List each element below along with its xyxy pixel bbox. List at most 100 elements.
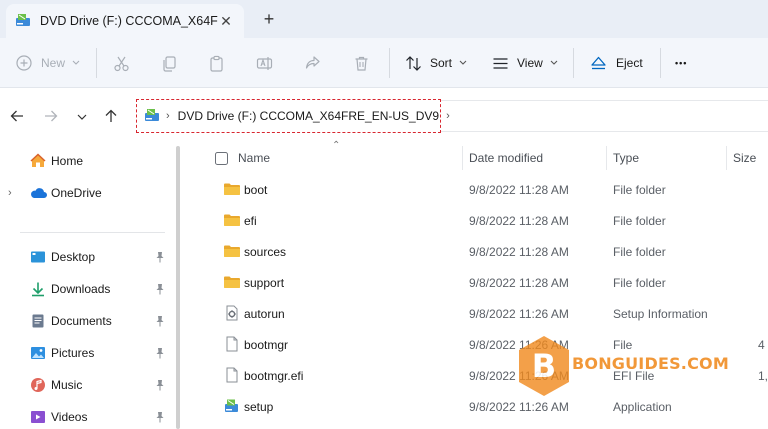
eject-button[interactable]: Eject xyxy=(590,48,643,78)
sidebar-item-documents[interactable]: Documents xyxy=(0,307,175,335)
sidebar-item-label: Videos xyxy=(51,410,88,424)
file-name: support xyxy=(244,276,285,290)
chevron-down-icon xyxy=(550,60,558,66)
toolbar-separator xyxy=(573,48,574,78)
arrow-up-icon xyxy=(104,109,118,126)
sidebar-item-label: Music xyxy=(51,378,83,392)
file-row-efi[interactable]: efi 9/8/2022 11:28 AM File folder xyxy=(190,205,768,236)
file-type: File folder xyxy=(613,276,666,290)
app-icon xyxy=(223,398,241,414)
scissors-icon xyxy=(113,55,130,72)
rename-button[interactable] xyxy=(256,48,273,78)
file-row-autorun[interactable]: autorun 9/8/2022 11:26 AM Setup Informat… xyxy=(190,298,768,329)
paste-button[interactable] xyxy=(208,48,225,78)
copy-icon xyxy=(161,55,178,72)
column-header-type[interactable]: Type xyxy=(613,146,639,170)
document-icon xyxy=(30,313,46,329)
recent-locations-button[interactable] xyxy=(72,107,92,127)
file-date: 9/8/2022 11:26 AM xyxy=(469,400,569,414)
new-button[interactable]: New xyxy=(16,48,80,78)
file-date: 9/8/2022 11:28 AM xyxy=(469,183,569,197)
folder-icon xyxy=(223,243,241,259)
sidebar-item-downloads[interactable]: Downloads xyxy=(0,275,175,303)
file-name: sources xyxy=(244,245,287,259)
folder-icon xyxy=(223,274,241,290)
address-bar-empty-area[interactable] xyxy=(441,100,768,132)
clipboard-icon xyxy=(208,55,225,72)
active-tab[interactable]: DVD Drive (F:) CCCOMA_X64F ✕ xyxy=(6,4,244,38)
file-type: Application xyxy=(613,400,672,414)
column-divider[interactable] xyxy=(726,146,727,170)
column-header-name[interactable]: Name xyxy=(238,146,270,170)
command-bar: New Sort View Eject ••• xyxy=(0,38,768,88)
expand-chevron-icon[interactable]: › xyxy=(8,187,12,199)
dvd-drive-icon xyxy=(144,107,160,126)
column-header-date[interactable]: Date modified xyxy=(469,146,543,170)
file-date: 9/8/2022 11:28 AM xyxy=(469,214,569,228)
sidebar-item-videos[interactable]: Videos xyxy=(0,403,175,429)
up-button[interactable] xyxy=(101,107,121,127)
file-row-support[interactable]: support 9/8/2022 11:28 AM File folder xyxy=(190,267,768,298)
sidebar-item-desktop[interactable]: Desktop xyxy=(0,243,175,271)
watermark-logo-icon: B xyxy=(519,336,569,396)
cloud-icon xyxy=(30,185,47,201)
file-row-boot[interactable]: boot 9/8/2022 11:28 AM File folder xyxy=(190,174,768,205)
chevron-down-icon xyxy=(77,110,87,124)
column-header-size[interactable]: Size xyxy=(733,146,756,170)
column-divider[interactable] xyxy=(606,146,607,170)
sidebar-divider xyxy=(20,232,165,233)
eject-icon xyxy=(590,55,607,72)
new-tab-button[interactable]: + xyxy=(258,8,280,30)
sidebar-item-music[interactable]: Music xyxy=(0,371,175,399)
more-options-button[interactable]: ••• xyxy=(675,48,687,78)
select-all-checkbox[interactable] xyxy=(215,146,228,170)
file-icon xyxy=(223,367,241,383)
delete-button[interactable] xyxy=(353,48,370,78)
back-button[interactable] xyxy=(7,107,27,127)
file-row-sources[interactable]: sources 9/8/2022 11:28 AM File folder xyxy=(190,236,768,267)
sidebar-item-home[interactable]: Home xyxy=(0,147,175,175)
sort-button[interactable]: Sort xyxy=(405,48,467,78)
close-icon[interactable]: ✕ xyxy=(216,11,236,31)
watermark-letter: B xyxy=(532,347,556,385)
rename-icon xyxy=(256,55,273,72)
sidebar-item-pictures[interactable]: Pictures xyxy=(0,339,175,367)
pin-icon xyxy=(155,347,165,359)
cut-button[interactable] xyxy=(113,48,130,78)
breadcrumb-chevron[interactable]: › xyxy=(166,110,170,122)
address-bar[interactable]: › DVD Drive (F:) CCCOMA_X64FRE_EN-US_DV9… xyxy=(136,99,450,133)
navigation-pane: Home › OneDrive Desktop Downloads Docume… xyxy=(0,146,183,429)
file-icon xyxy=(223,336,241,352)
music-icon xyxy=(30,377,46,393)
share-button[interactable] xyxy=(304,48,321,78)
sidebar-item-label: OneDrive xyxy=(51,186,102,200)
trash-icon xyxy=(353,55,370,72)
file-size: 4 xyxy=(758,338,765,352)
file-name: bootmgr.efi xyxy=(244,369,304,383)
copy-button[interactable] xyxy=(161,48,178,78)
file-name: autorun xyxy=(244,307,285,321)
forward-button[interactable] xyxy=(41,107,61,127)
share-icon xyxy=(304,55,321,72)
pin-icon xyxy=(155,315,165,327)
sidebar-item-label: Home xyxy=(51,154,84,168)
file-name: efi xyxy=(244,214,257,228)
sidebar-item-label: Documents xyxy=(51,314,112,328)
column-divider[interactable] xyxy=(462,146,463,170)
file-date: 9/8/2022 11:28 AM xyxy=(469,276,569,290)
file-date: 9/8/2022 11:28 AM xyxy=(469,245,569,259)
view-label: View xyxy=(517,56,543,70)
pin-icon xyxy=(155,283,165,295)
breadcrumb-drive[interactable]: DVD Drive (F:) CCCOMA_X64FRE_EN-US_DV9 xyxy=(178,109,439,123)
file-name: bootmgr xyxy=(244,338,289,352)
new-label: New xyxy=(41,56,66,70)
toolbar-separator xyxy=(96,48,97,78)
file-type: Setup Information xyxy=(613,307,708,321)
toolbar-separator xyxy=(389,48,390,78)
sort-label: Sort xyxy=(430,56,453,70)
sidebar-scrollbar[interactable] xyxy=(176,146,180,429)
sidebar-item-onedrive[interactable]: › OneDrive xyxy=(0,179,175,207)
eject-label: Eject xyxy=(616,56,643,70)
view-button[interactable]: View xyxy=(492,48,558,78)
sort-arrows-icon xyxy=(405,55,422,72)
